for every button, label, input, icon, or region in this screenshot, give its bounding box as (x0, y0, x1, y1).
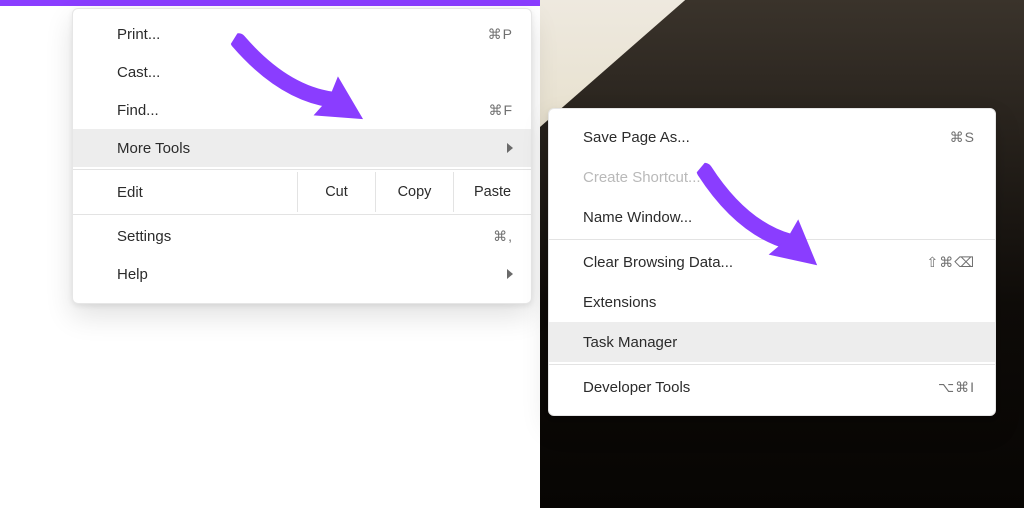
menu-separator (73, 214, 531, 215)
menu-item-label: Create Shortcut... (583, 169, 975, 186)
button-label: Cut (325, 184, 348, 200)
menu-item-shortcut: ⇧⌘⌫ (926, 254, 975, 271)
submenu-arrow-icon (507, 143, 513, 153)
menu-item-label: Name Window... (583, 209, 975, 226)
menu-item-label: Save Page As... (583, 129, 950, 146)
menu-item-label: Help (117, 266, 499, 283)
menu-item-label: More Tools (117, 140, 499, 157)
submenu-item-extensions[interactable]: Extensions (549, 282, 995, 322)
menu-item-shortcut: ⌥⌘I (938, 379, 975, 396)
menu-item-label: Developer Tools (583, 379, 938, 396)
menu-item-print[interactable]: Print... ⌘P (73, 15, 531, 53)
submenu-item-clear-browsing-data[interactable]: Clear Browsing Data... ⇧⌘⌫ (549, 242, 995, 282)
menu-item-label: Clear Browsing Data... (583, 254, 926, 271)
button-label: Copy (398, 184, 432, 200)
submenu-item-task-manager[interactable]: Task Manager (549, 322, 995, 362)
menu-item-cast[interactable]: Cast... (73, 53, 531, 91)
menu-item-shortcut: ⌘S (950, 129, 975, 146)
menu-item-more-tools[interactable]: More Tools (73, 129, 531, 167)
menu-separator (549, 364, 995, 365)
menu-item-help[interactable]: Help (73, 255, 531, 293)
more-tools-submenu: Save Page As... ⌘S Create Shortcut... Na… (548, 108, 996, 416)
browser-overflow-menu: Print... ⌘P Cast... Find... ⌘F More Tool… (72, 8, 532, 304)
edit-paste-button[interactable]: Paste (453, 172, 531, 212)
menu-item-label: Task Manager (583, 334, 975, 351)
menu-item-find[interactable]: Find... ⌘F (73, 91, 531, 129)
menu-separator (549, 239, 995, 240)
button-label: Paste (474, 184, 511, 200)
submenu-arrow-icon (507, 269, 513, 279)
menu-item-label: Settings (117, 228, 493, 245)
menu-item-label: Cast... (117, 64, 513, 81)
edit-buttons-group: Cut Copy Paste (297, 172, 531, 212)
menu-separator (73, 169, 531, 170)
submenu-item-developer-tools[interactable]: Developer Tools ⌥⌘I (549, 367, 995, 407)
edit-copy-button[interactable]: Copy (375, 172, 453, 212)
menu-item-shortcut: ⌘F (488, 102, 513, 119)
submenu-item-name-window[interactable]: Name Window... (549, 197, 995, 237)
menu-item-label: Edit (73, 184, 297, 201)
menu-item-settings[interactable]: Settings ⌘, (73, 217, 531, 255)
menu-item-shortcut: ⌘, (493, 228, 513, 245)
menu-item-edit-row: Edit Cut Copy Paste (73, 172, 531, 212)
menu-item-label: Find... (117, 102, 488, 119)
menu-item-label: Extensions (583, 294, 975, 311)
menu-item-shortcut: ⌘P (488, 26, 513, 43)
submenu-item-save-page-as[interactable]: Save Page As... ⌘S (549, 117, 995, 157)
submenu-item-create-shortcut: Create Shortcut... (549, 157, 995, 197)
edit-cut-button[interactable]: Cut (297, 172, 375, 212)
menu-item-label: Print... (117, 26, 488, 43)
